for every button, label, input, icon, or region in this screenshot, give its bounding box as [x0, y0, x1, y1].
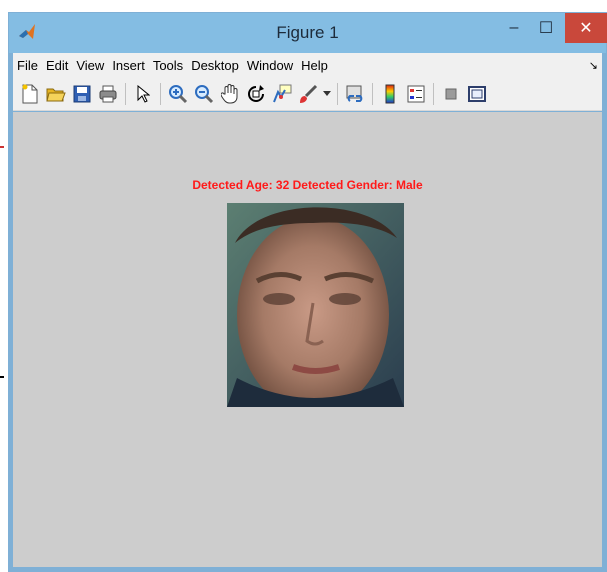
toolbar-separator [160, 83, 161, 105]
close-button[interactable]: ✕ [565, 13, 607, 43]
menu-edit[interactable]: Edit [42, 58, 72, 73]
toolbar-separator [372, 83, 373, 105]
toolbar-separator [337, 83, 338, 105]
show-plot-tools-icon[interactable] [466, 83, 488, 105]
zoom-out-icon[interactable] [193, 83, 215, 105]
title-bar[interactable]: Figure 1 – ☐ ✕ [9, 13, 607, 53]
menu-overflow-icon[interactable]: ↘ [589, 59, 602, 72]
pointer-arrow-icon[interactable] [132, 83, 154, 105]
brush-icon[interactable] [297, 83, 319, 105]
menu-desktop[interactable]: Desktop [187, 58, 243, 73]
menu-help[interactable]: Help [297, 58, 332, 73]
rotate-3d-icon[interactable] [245, 83, 267, 105]
toolbar-separator [125, 83, 126, 105]
close-icon: ✕ [579, 20, 593, 37]
data-cursor-icon[interactable] [271, 83, 293, 105]
figure-toolbar [13, 78, 602, 111]
link-plot-icon[interactable] [344, 83, 366, 105]
new-figure-icon[interactable] [19, 83, 41, 105]
menu-file[interactable]: File [13, 58, 42, 73]
colorbar-icon[interactable] [379, 83, 401, 105]
face-photo [227, 203, 404, 407]
edge-marker [0, 376, 4, 378]
toolbar-separator [433, 83, 434, 105]
figure-canvas: Detected Age: 32 Detected Gender: Male [13, 112, 602, 567]
menu-view[interactable]: View [72, 58, 108, 73]
menu-bar: File Edit View Insert Tools Desktop Wind… [13, 53, 602, 78]
save-icon[interactable] [71, 83, 93, 105]
menu-tools[interactable]: Tools [149, 58, 187, 73]
brush-dropdown-icon[interactable] [323, 83, 331, 105]
detection-result-text: Detected Age: 32 Detected Gender: Male [192, 178, 423, 192]
menu-insert[interactable]: Insert [108, 58, 149, 73]
pan-hand-icon[interactable] [219, 83, 241, 105]
print-icon[interactable] [97, 83, 119, 105]
minimize-button[interactable]: – [499, 13, 529, 43]
open-file-icon[interactable] [45, 83, 67, 105]
maximize-button[interactable]: ☐ [531, 13, 561, 43]
edge-marker [0, 146, 4, 148]
minimize-icon: – [509, 19, 519, 36]
hide-plot-tools-icon[interactable] [440, 83, 462, 105]
figure-window: Figure 1 – ☐ ✕ File Edit View Insert Too… [8, 12, 607, 572]
maximize-icon: ☐ [538, 20, 554, 37]
menu-window[interactable]: Window [243, 58, 297, 73]
zoom-in-icon[interactable] [167, 83, 189, 105]
legend-icon[interactable] [405, 83, 427, 105]
